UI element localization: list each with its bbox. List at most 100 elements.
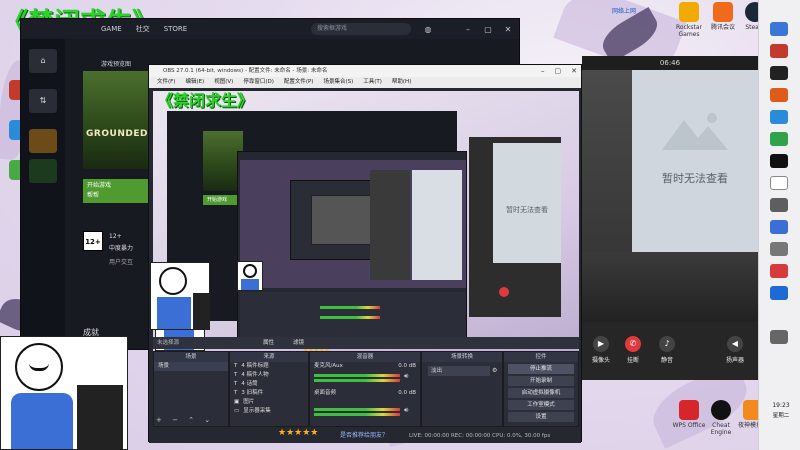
desktop-icon-wps[interactable]: WPS Office [672,400,706,429]
game-search-input[interactable]: 搜索框游戏 [311,23,411,35]
taskbar-app-icon[interactable] [770,330,788,344]
recommend-link[interactable]: 是否推荐给朋友？ [340,430,388,439]
desktop-icon-label: WPS Office [672,422,706,429]
menu-help[interactable]: 帮助(H) [392,77,411,88]
taskbar-app-icon[interactable] [770,242,788,256]
preview-overlay-title: 《禁闭求生》 [157,91,254,110]
rating-stars[interactable]: ★★★★★ [278,428,318,438]
nav-store[interactable]: STORE [164,25,188,33]
sidebar-game-thumb[interactable] [29,129,57,153]
source-item-label: 显示器采集 [243,408,271,414]
menu-edit[interactable]: 编辑(E) [185,77,204,88]
sidebar-library-button[interactable]: ⇅ [29,89,57,113]
camera-button[interactable]: ▶ 摄像头 [588,336,614,364]
source-item[interactable]: T4 话筒 [230,380,308,389]
source-item[interactable]: ▭ 显示器采集 [230,407,308,416]
maximize-icon[interactable]: ▢ [555,65,562,77]
game-cover-art[interactable]: GROUNDED [83,71,151,169]
taskbar-app-icon[interactable] [770,264,788,278]
source-item[interactable]: ▣ 图片 [230,398,308,407]
desktop-audio-meter [314,408,400,411]
desktop-icon-label: Rockstar Games [676,24,702,38]
close-icon[interactable]: ✕ [501,25,515,34]
sidebar-game-thumb[interactable] [29,159,57,183]
volume-icon[interactable]: 🔊︎ [404,406,408,415]
minimize-icon[interactable]: – [461,25,475,34]
close-icon[interactable]: ✕ [571,65,577,77]
nav-social[interactable]: 社交 [136,24,150,34]
rockstar-icon [679,2,699,22]
taskbar-app-icon[interactable] [770,220,788,234]
start-recording-button[interactable]: 开始录制 [508,376,574,386]
scenes-dock-title: 场景 [154,352,228,362]
taskbar-app-icon[interactable] [770,22,788,36]
settings-button[interactable]: 设置 [508,412,574,422]
menu-docks[interactable]: 停靠窗口(D) [243,77,274,88]
mute-button[interactable]: ♪ 静音 [654,336,680,364]
desktop-icon-rockstar[interactable]: Rockstar Games [672,2,706,38]
source-item[interactable]: T4 稿件标题 [230,362,308,371]
stop-streaming-button[interactable]: 停止推流 [508,364,574,374]
filters-button[interactable]: 滤镜 [293,338,304,346]
desktop-icon-label: 腾讯会议 [710,24,735,31]
source-item[interactable]: T4 稿件人物 [230,371,308,380]
game-title-bar: GAME 社交 STORE 搜索框游戏 ◍ – ▢ ✕ [21,19,519,39]
properties-button[interactable]: 属性 [263,338,274,346]
bell-icon[interactable]: ◍ [421,25,435,34]
menu-profile[interactable]: 配置文件(P) [284,77,314,88]
no-view-text: 暂时无法查看 [662,172,728,185]
play-button[interactable]: 开始游戏 帮帮 [83,179,151,203]
taskbar-app-icon[interactable] [770,154,788,168]
maximize-icon[interactable]: ▢ [481,25,495,34]
menu-view[interactable]: 视图(V) [214,77,233,88]
network-label[interactable]: 网络上网 [612,6,652,16]
gear-icon[interactable]: ⚙ [492,366,500,376]
studio-mode-button[interactable]: 工作室模式 [508,400,574,410]
desktop-icon-tencent-meeting[interactable]: 腾讯会议 [706,2,740,31]
menu-file[interactable]: 文件(F) [157,77,175,88]
speaker-button[interactable]: ◀ 扬声器 [722,336,748,364]
taskbar-clock[interactable]: 19:23 [763,402,799,409]
taskbar-app-icon[interactable] [770,198,788,212]
volume-icon[interactable]: 🔊︎ [404,372,408,381]
taskbar-app-icon[interactable] [770,110,788,124]
taskbar-app-icon[interactable] [770,176,788,190]
mixer-track-name: 桌面音频 [314,390,337,396]
menu-tools[interactable]: 工具(T) [363,77,382,88]
no-source-label: 未选择源 [157,340,180,346]
obs-menu-bar: 文件(F) 编辑(E) 视图(V) 停靠窗口(D) 配置文件(P) 场景集合(S… [149,77,581,88]
hangup-button[interactable]: ✆ 挂断 [620,336,646,364]
menu-scene-collection[interactable]: 场景集合(S) [323,77,353,88]
controls-dock-title: 控件 [504,352,578,362]
virtual-camera-button[interactable]: 启动虚拟摄像机 [508,388,574,398]
mixer-track: 麦克风/Aux 0.0 dB [310,362,420,371]
sources-dock: 来源 T4 稿件标题 T4 稿件人物 T4 话筒 T3 旧稿件 ▣ 图片 ▭ 显示器… [229,351,309,427]
taskbar-date[interactable]: 星期二 [763,411,799,419]
preview-call-card [412,170,462,280]
taskbar-app-icon[interactable] [770,66,788,80]
minimize-icon[interactable]: – [541,65,545,77]
wps-icon [679,400,699,420]
transitions-dock: 场景转换 淡出 ⚙ [421,351,503,427]
sources-dock-title: 来源 [230,352,308,362]
nav-game[interactable]: GAME [101,25,122,33]
preview-audio-meter [320,306,380,309]
game-sidebar: ⌂ ⇅ [21,39,65,351]
source-item[interactable]: T3 旧稿件 [230,389,308,398]
preview-call-placeholder: 暂时无法查看 [493,143,561,263]
taskbar-app-icon[interactable] [770,88,788,102]
obs-title-bar: OBS 27.0.1 (64-bit, windows) - 配置文件: 未命名… [149,65,581,77]
taskbar-app-icon[interactable] [770,44,788,58]
scene-controls[interactable]: + − ⌃ ⌄ [156,416,214,424]
rating-desc: 12+ [109,233,122,240]
taskbar-app-icon[interactable] [770,132,788,146]
sidebar-home-button[interactable]: ⌂ [29,49,57,73]
scene-item[interactable]: 场景 [154,362,228,371]
mic-icon: ♪ [659,336,675,352]
transition-select[interactable]: 淡出 [428,366,490,376]
desktop-icon-label: Cheat Engine [710,422,732,436]
desktop-icon-cheat-engine[interactable]: Cheat Engine [704,400,738,436]
mute-button-label: 静音 [660,357,673,364]
obs-window: OBS 27.0.1 (64-bit, windows) - 配置文件: 未命名… [148,64,582,443]
taskbar-app-icon[interactable] [770,286,788,300]
